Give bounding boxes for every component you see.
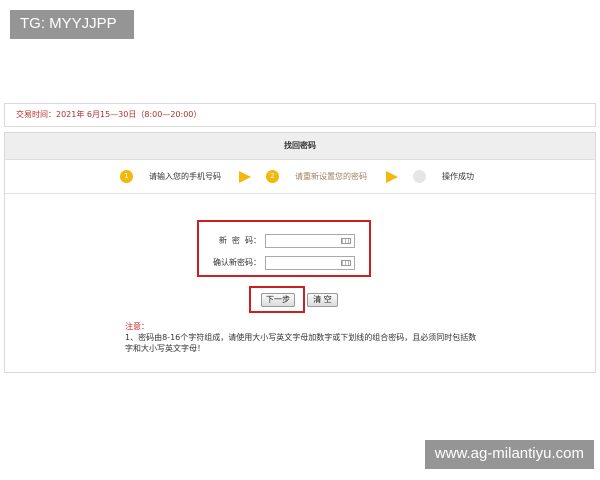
next-button[interactable]: 下一步 bbox=[261, 293, 295, 307]
step-2-label: 请重新设置您的密码 bbox=[295, 172, 367, 181]
trade-time-notice: 交易时间：2021年 6月15—30日（8:00—20:00） bbox=[4, 103, 596, 127]
arrow-right-icon bbox=[239, 171, 251, 183]
new-password-label: 新 密 码： bbox=[218, 236, 261, 245]
step-3-label: 操作成功 bbox=[442, 172, 474, 181]
keyboard-icon[interactable] bbox=[341, 238, 351, 244]
notes-text: 1、密码由8-16个字符组成，请使用大小写英文字母加数字或下划线的组合密码，且必… bbox=[125, 333, 477, 353]
keyboard-icon[interactable] bbox=[341, 260, 351, 266]
step-2-icon: 2 bbox=[266, 170, 279, 183]
password-notes: 注意： 1、密码由8-16个字符组成，请使用大小写英文字母加数字或下划线的组合密… bbox=[125, 321, 480, 354]
confirm-password-label: 确认新密码： bbox=[213, 258, 261, 267]
confirm-password-input[interactable] bbox=[265, 256, 355, 270]
watermark-top: TG: MYYJJPP bbox=[10, 10, 134, 39]
panel-title: 找回密码 bbox=[5, 133, 595, 160]
confirm-password-row: 确认新密码： bbox=[205, 256, 365, 270]
new-password-row: 新 密 码： bbox=[205, 234, 365, 248]
arrow-right-icon bbox=[386, 171, 398, 183]
clear-button[interactable]: 清 空 bbox=[307, 293, 338, 307]
step-1-label: 请输入您的手机号码 bbox=[149, 172, 221, 181]
step-3-icon: 3 bbox=[413, 170, 426, 183]
password-form: 新 密 码： 确认新密码： bbox=[197, 220, 371, 277]
find-password-panel: 找回密码 1 请输入您的手机号码 2 请重新设置您的密码 3 操作成功 新 密 … bbox=[4, 132, 596, 373]
notes-title: 注意： bbox=[125, 322, 149, 331]
new-password-input[interactable] bbox=[265, 234, 355, 248]
step-1-icon: 1 bbox=[120, 170, 133, 183]
watermark-bottom: www.ag-milantiyu.com bbox=[424, 440, 594, 469]
step-indicator: 1 请输入您的手机号码 2 请重新设置您的密码 3 操作成功 bbox=[5, 160, 595, 194]
